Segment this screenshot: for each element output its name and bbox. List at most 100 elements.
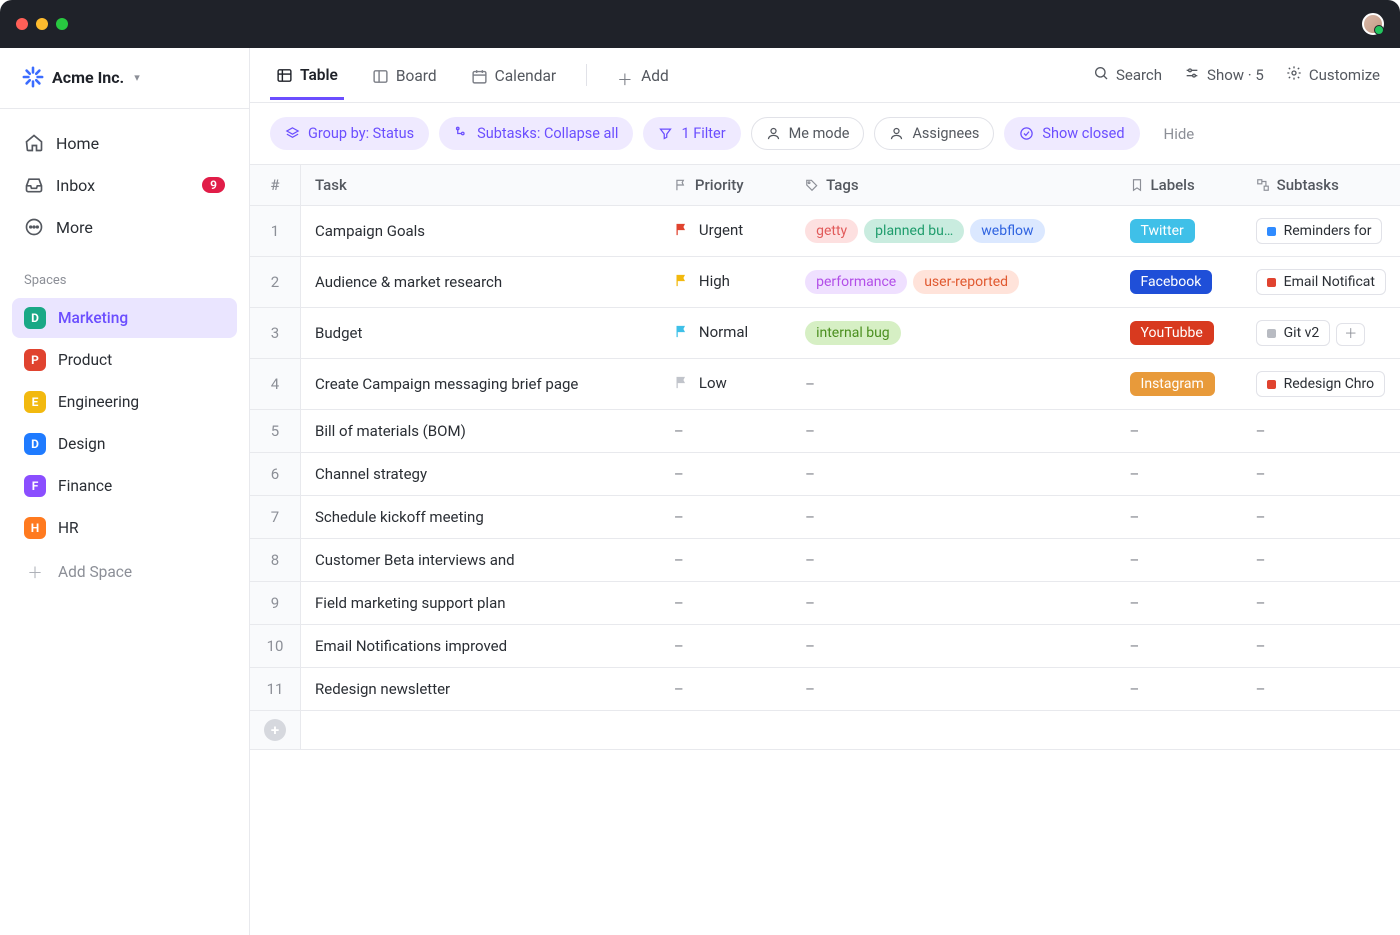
table-row[interactable]: 1 Campaign Goals Urgent gettyplanned bu…… — [250, 206, 1400, 257]
space-item-product[interactable]: P Product — [12, 340, 237, 380]
space-item-finance[interactable]: FFinance — [12, 466, 237, 506]
nav-home[interactable]: Home — [12, 123, 237, 163]
task-name-cell[interactable]: Channel strategy — [301, 453, 660, 496]
task-name-cell[interactable]: Email Notifications improved — [301, 625, 660, 668]
tag-chip[interactable]: getty — [805, 219, 858, 243]
add-task-row[interactable]: + — [250, 711, 1400, 750]
priority-cell[interactable]: Normal — [674, 323, 748, 341]
subtask-chip[interactable]: Email Notificat — [1256, 269, 1386, 295]
me-mode-chip[interactable]: Me mode — [751, 117, 865, 150]
task-name-cell[interactable]: Audience & market research — [301, 257, 660, 308]
tag-chip[interactable]: webflow — [970, 219, 1044, 243]
row-number: 6 — [250, 453, 301, 496]
maximize-window-icon[interactable] — [56, 18, 68, 30]
table-row[interactable]: 3 Budget Normal internal bug YouTubbe Gi… — [250, 308, 1400, 359]
minimize-window-icon[interactable] — [36, 18, 48, 30]
filter-chip[interactable]: 1 Filter — [643, 117, 740, 150]
task-name-cell[interactable]: Budget — [301, 308, 660, 359]
task-name-cell[interactable]: Schedule kickoff meeting — [301, 496, 660, 539]
subtasks-chip[interactable]: Subtasks: Collapse all — [439, 117, 633, 150]
space-item-engineering[interactable]: EEngineering — [12, 382, 237, 422]
row-number: 9 — [250, 582, 301, 625]
person-icon — [889, 126, 904, 141]
subtask-chip[interactable]: Redesign Chro — [1256, 371, 1385, 397]
add-view-button[interactable]: ＋ Add — [611, 51, 675, 99]
group-by-chip[interactable]: Group by: Status — [270, 117, 429, 150]
col-priority[interactable]: Priority — [660, 165, 791, 206]
priority-cell[interactable]: High — [674, 272, 730, 290]
table-row[interactable]: 6 Channel strategy – – – – — [250, 453, 1400, 496]
view-tab-board[interactable]: Board — [366, 51, 443, 99]
task-name-cell[interactable]: Create Campaign messaging brief page — [301, 359, 660, 410]
tag-chip[interactable]: internal bug — [805, 321, 901, 345]
priority-cell[interactable]: Urgent — [674, 221, 743, 239]
view-tab-board-label: Board — [396, 67, 437, 85]
label-chip[interactable]: Instagram — [1130, 372, 1215, 396]
row-number: 11 — [250, 668, 301, 711]
view-tab-calendar[interactable]: Calendar — [465, 51, 563, 99]
user-avatar[interactable] — [1362, 13, 1384, 35]
task-name-cell[interactable]: Customer Beta interviews and — [301, 539, 660, 582]
col-task[interactable]: Task — [301, 165, 660, 206]
hide-filters-button[interactable]: Hide — [1164, 125, 1195, 143]
sliders-icon — [1184, 65, 1200, 85]
sidebar: Acme Inc. ▾ Home Inbox 9 More Spaces DMa… — [0, 48, 250, 935]
plus-circle-icon[interactable]: + — [264, 719, 286, 741]
space-label: Product — [58, 351, 112, 369]
tag-icon — [805, 178, 819, 192]
subtask-chip[interactable]: Reminders for — [1256, 218, 1383, 244]
add-subtask-button[interactable]: ＋ — [1336, 323, 1365, 346]
col-subtasks[interactable]: Subtasks — [1242, 165, 1400, 206]
show-columns-button[interactable]: Show · 5 — [1184, 65, 1264, 85]
label-chip[interactable]: Twitter — [1130, 219, 1195, 243]
tag-chip[interactable]: planned bu… — [864, 219, 964, 243]
space-icon: H — [24, 517, 46, 539]
col-num[interactable]: # — [250, 165, 301, 206]
space-item-marketing[interactable]: DMarketing — [12, 298, 237, 338]
table-row[interactable]: 4 Create Campaign messaging brief page L… — [250, 359, 1400, 410]
table-row[interactable]: 11 Redesign newsletter – – – – — [250, 668, 1400, 711]
space-item-hr[interactable]: HHR — [12, 508, 237, 548]
subtask-chip[interactable]: Git v2 — [1256, 320, 1331, 346]
search-button[interactable]: Search — [1093, 65, 1162, 85]
nav-more[interactable]: More — [12, 207, 237, 247]
view-tab-table-label: Table — [300, 66, 338, 84]
table-row[interactable]: 8 Customer Beta interviews and – – – – — [250, 539, 1400, 582]
priority-cell[interactable]: Low — [674, 374, 727, 392]
row-number: 5 — [250, 410, 301, 453]
subtask-icon — [454, 126, 469, 141]
subtask-icon — [1256, 178, 1270, 192]
label-chip[interactable]: YouTubbe — [1130, 321, 1214, 345]
tag-chip[interactable]: user-reported — [913, 270, 1019, 294]
customize-button[interactable]: Customize — [1286, 65, 1380, 85]
label-chip[interactable]: Facebook — [1130, 270, 1213, 294]
workspace-switcher[interactable]: Acme Inc. ▾ — [0, 48, 249, 109]
assignees-chip[interactable]: Assignees — [874, 117, 994, 150]
col-tags[interactable]: Tags — [791, 165, 1115, 206]
close-window-icon[interactable] — [16, 18, 28, 30]
table-row[interactable]: 10 Email Notifications improved – – – – — [250, 625, 1400, 668]
filter-icon — [658, 126, 673, 141]
col-labels[interactable]: Labels — [1116, 165, 1242, 206]
task-name-cell[interactable]: Redesign newsletter — [301, 668, 660, 711]
show-closed-chip[interactable]: Show closed — [1004, 117, 1139, 150]
table-row[interactable]: 7 Schedule kickoff meeting – – – – — [250, 496, 1400, 539]
table-row[interactable]: 2 Audience & market research High perfor… — [250, 257, 1400, 308]
table-row[interactable]: 9 Field marketing support plan – – – – — [250, 582, 1400, 625]
add-space-label: Add Space — [58, 563, 132, 581]
bookmark-icon — [1130, 178, 1144, 192]
primary-nav: Home Inbox 9 More — [0, 109, 249, 253]
task-name-cell[interactable]: Field marketing support plan — [301, 582, 660, 625]
add-space-button[interactable]: ＋ Add Space — [12, 552, 237, 592]
tag-chip[interactable]: performance — [805, 270, 907, 294]
plus-icon: ＋ — [617, 68, 634, 85]
space-item-design[interactable]: DDesign — [12, 424, 237, 464]
task-name-cell[interactable]: Bill of materials (BOM) — [301, 410, 660, 453]
row-number: 10 — [250, 625, 301, 668]
nav-inbox[interactable]: Inbox 9 — [12, 165, 237, 205]
task-name-cell[interactable]: Campaign Goals — [301, 206, 660, 257]
inbox-badge: 9 — [202, 177, 225, 193]
space-icon: P — [24, 349, 46, 371]
view-tab-table[interactable]: Table — [270, 50, 344, 100]
table-row[interactable]: 5 Bill of materials (BOM) – – – – — [250, 410, 1400, 453]
